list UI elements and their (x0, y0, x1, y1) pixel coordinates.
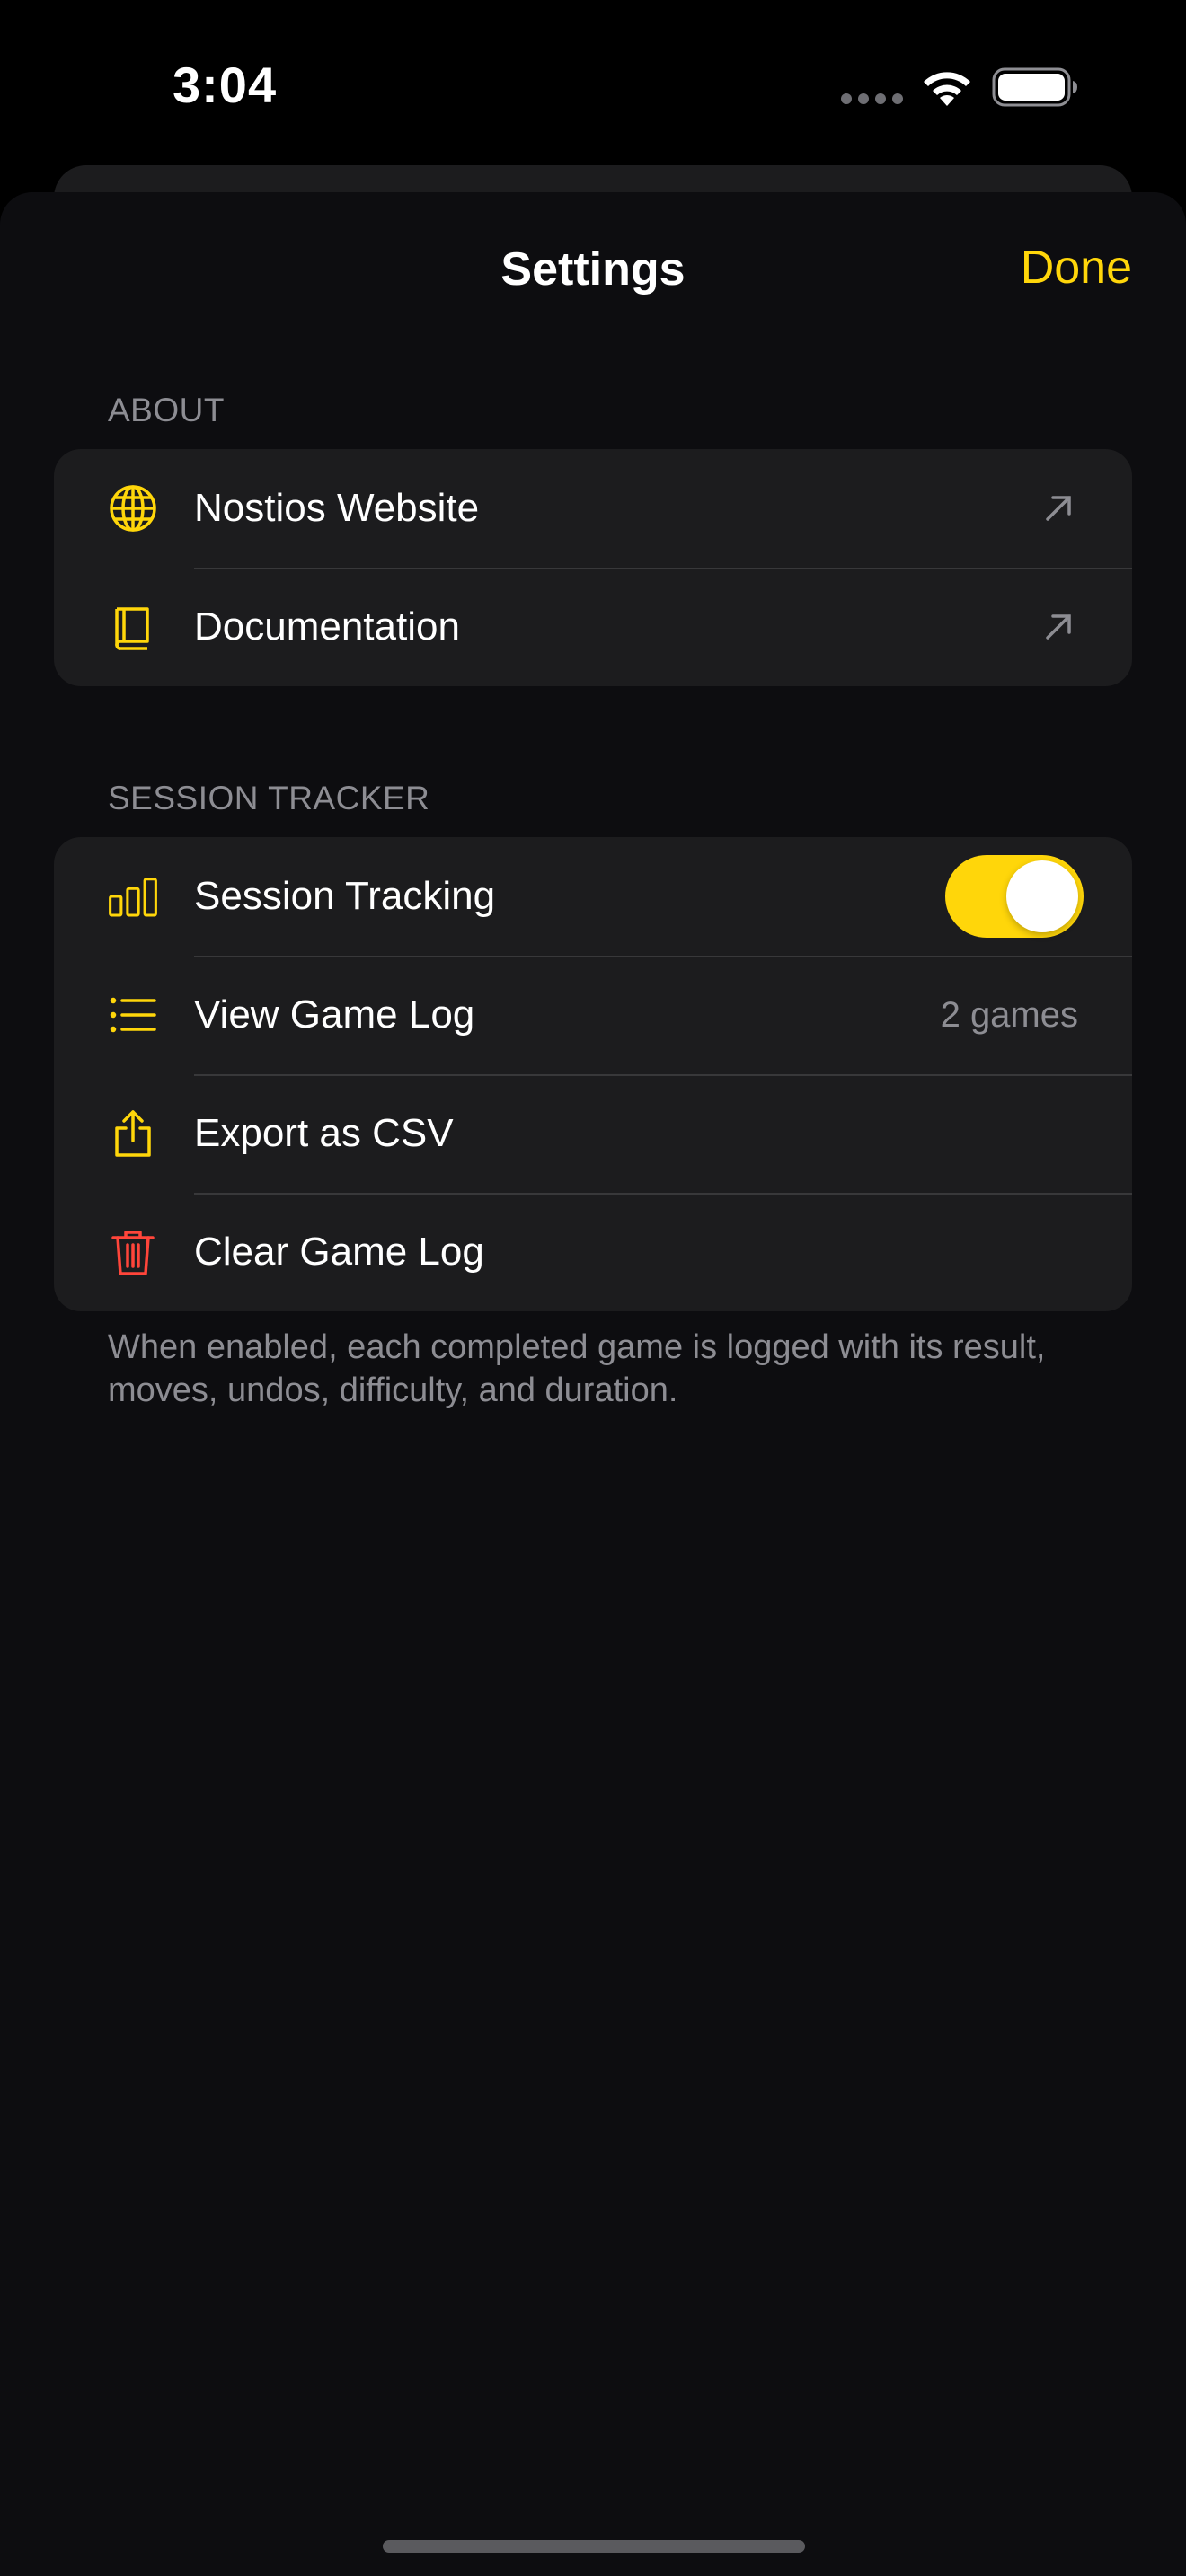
page-title: Settings (500, 243, 686, 296)
status-bar: 3:04 (0, 0, 1186, 171)
view-game-log-row[interactable]: View Game Log 2 games (54, 956, 1132, 1074)
export-csv-label: Export as CSV (194, 1111, 454, 1155)
clear-game-log-row[interactable]: Clear Game Log (54, 1193, 1132, 1311)
session-tracking-label: Session Tracking (194, 874, 496, 918)
documentation-row[interactable]: Documentation (54, 568, 1132, 686)
external-link-arrow-icon (1046, 614, 1071, 640)
clear-game-log-label: Clear Game Log (194, 1230, 484, 1274)
globe-icon (108, 483, 158, 534)
home-indicator[interactable] (383, 2540, 805, 2553)
section-header-about: ABOUT (108, 392, 225, 428)
export-csv-row[interactable]: Export as CSV (54, 1074, 1132, 1193)
about-group: Nostios Website Documentation (54, 449, 1132, 686)
nostios-website-row[interactable]: Nostios Website (54, 449, 1132, 568)
view-game-log-label: View Game Log (194, 992, 475, 1037)
trash-icon (108, 1227, 158, 1277)
settings-sheet: Settings Done ABOUT Nostios Website Docu… (0, 192, 1186, 2576)
section-header-session-tracker: SESSION TRACKER (108, 780, 430, 816)
external-link-arrow-icon (1046, 496, 1071, 521)
screen: 3:04 Settings Done ABOUT Nostios Website… (0, 0, 1186, 2576)
session-tracker-group: Session Tracking View Game Log 2 games E… (54, 837, 1132, 1311)
list-icon (108, 990, 158, 1040)
session-tracking-toggle[interactable] (945, 855, 1084, 938)
session-tracker-footer: When enabled, each completed game is log… (108, 1328, 1046, 1409)
documentation-label: Documentation (194, 604, 460, 648)
game-count-value: 2 games (940, 994, 1078, 1035)
share-icon (108, 1108, 158, 1159)
wifi-icon (924, 72, 970, 106)
nostios-website-label: Nostios Website (194, 486, 480, 530)
battery-icon (992, 67, 1077, 107)
session-tracking-row: Session Tracking (54, 837, 1132, 956)
done-button[interactable]: Done (1021, 241, 1132, 295)
bar-chart-icon (108, 871, 158, 922)
book-icon (108, 602, 158, 652)
cellular-dots-icon (841, 93, 903, 104)
toggle-knob (1006, 860, 1078, 932)
status-time: 3:04 (173, 57, 278, 113)
